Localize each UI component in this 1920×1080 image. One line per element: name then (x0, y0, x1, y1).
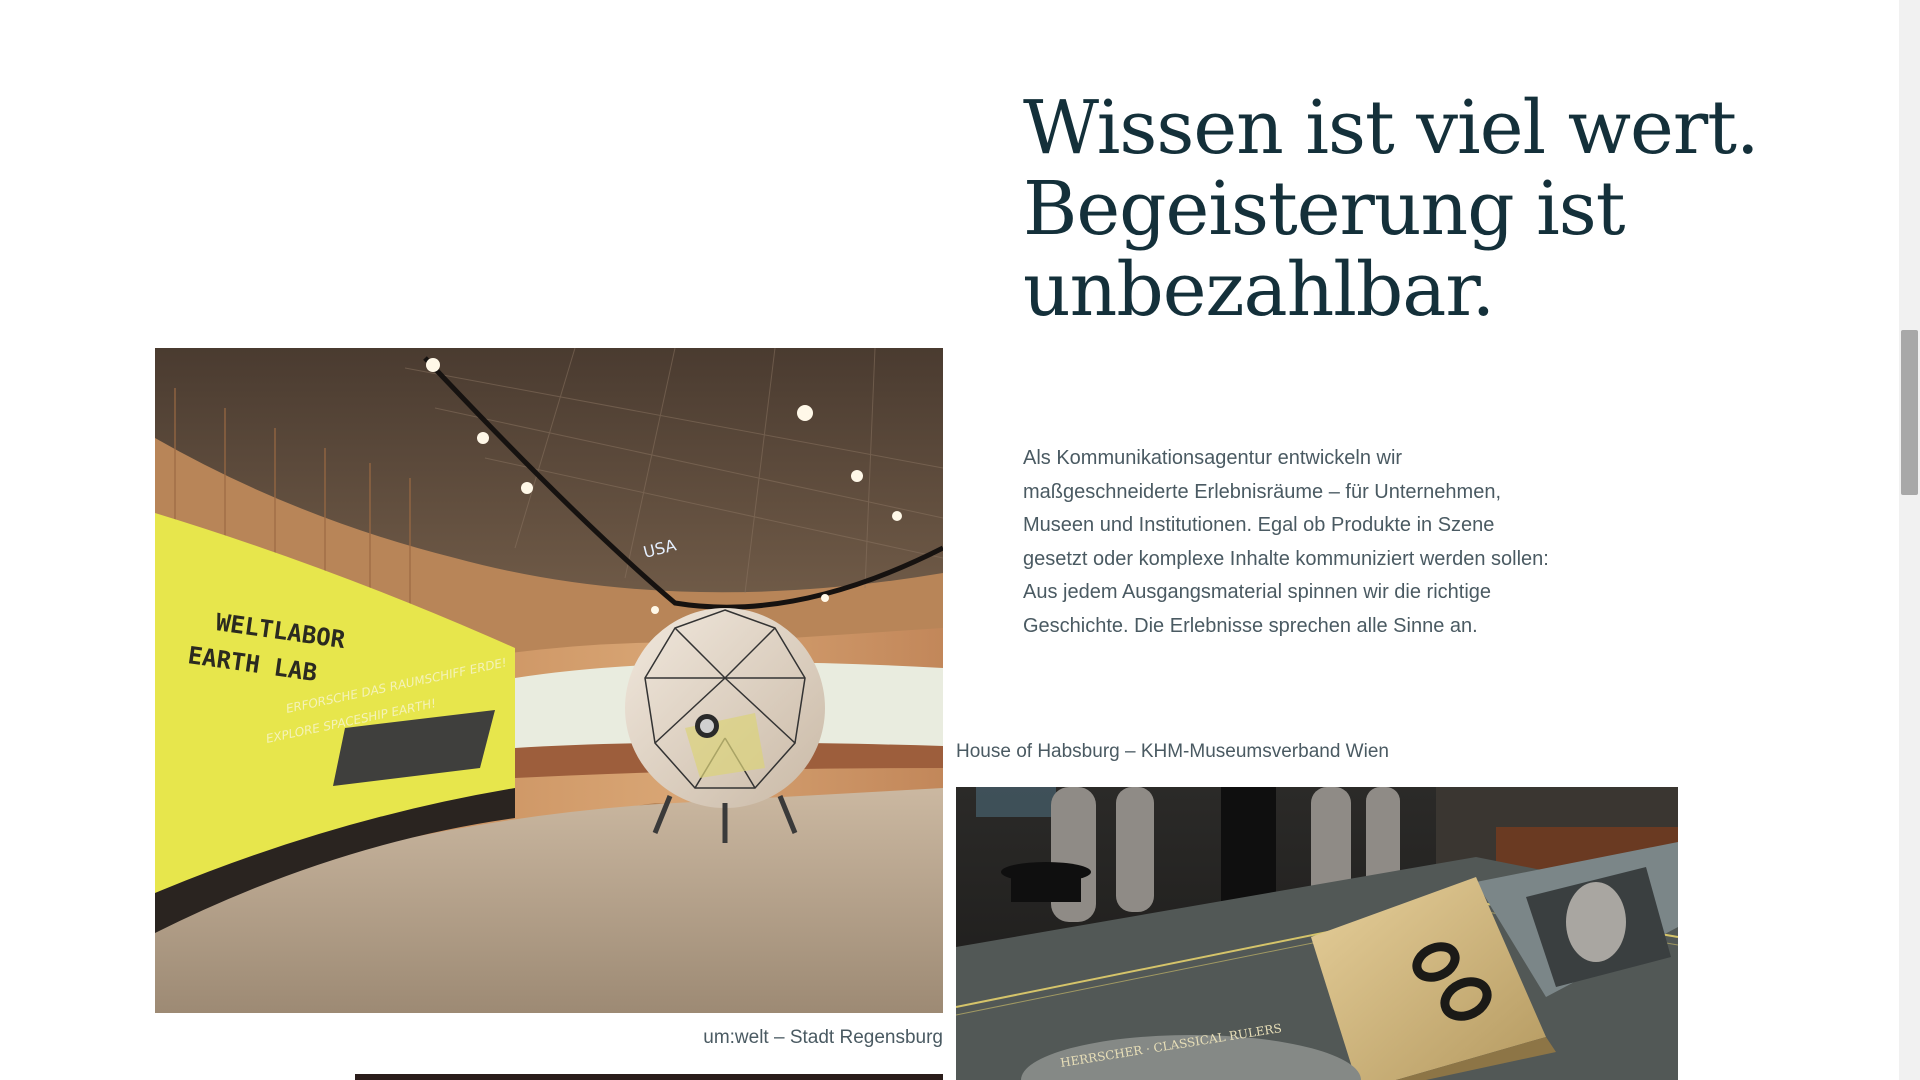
page: Wissen ist viel wert. Begeisterung ist u… (0, 0, 1899, 1080)
headline-line-2: Begeisterung ist (1023, 166, 1625, 252)
project-image-habsburg[interactable]: HERRSCHER · CLASSICAL RULERS (956, 787, 1678, 1080)
project-caption-umwelt[interactable]: um:welt – Stadt Regensburg (703, 1027, 943, 1049)
headline-line-1: Wissen ist viel wert. (1023, 85, 1759, 171)
project-image-umwelt[interactable]: WELTLABOR EARTH LAB ERFORSCHE DAS RAUMSC… (155, 348, 943, 1013)
scrollbar-thumb[interactable] (1901, 330, 1918, 495)
project-caption-habsburg[interactable]: House of Habsburg – KHM-Museumsverband W… (956, 741, 1389, 763)
headline-line-3: unbezahlbar. (1023, 247, 1495, 333)
project-image-next[interactable] (355, 1074, 943, 1080)
intro-text: Als Kommunikationsagentur entwickeln wir… (1023, 447, 1549, 637)
headline: Wissen ist viel wert. Begeisterung ist u… (1023, 88, 1823, 331)
page-scrollbar[interactable] (1899, 0, 1920, 1080)
